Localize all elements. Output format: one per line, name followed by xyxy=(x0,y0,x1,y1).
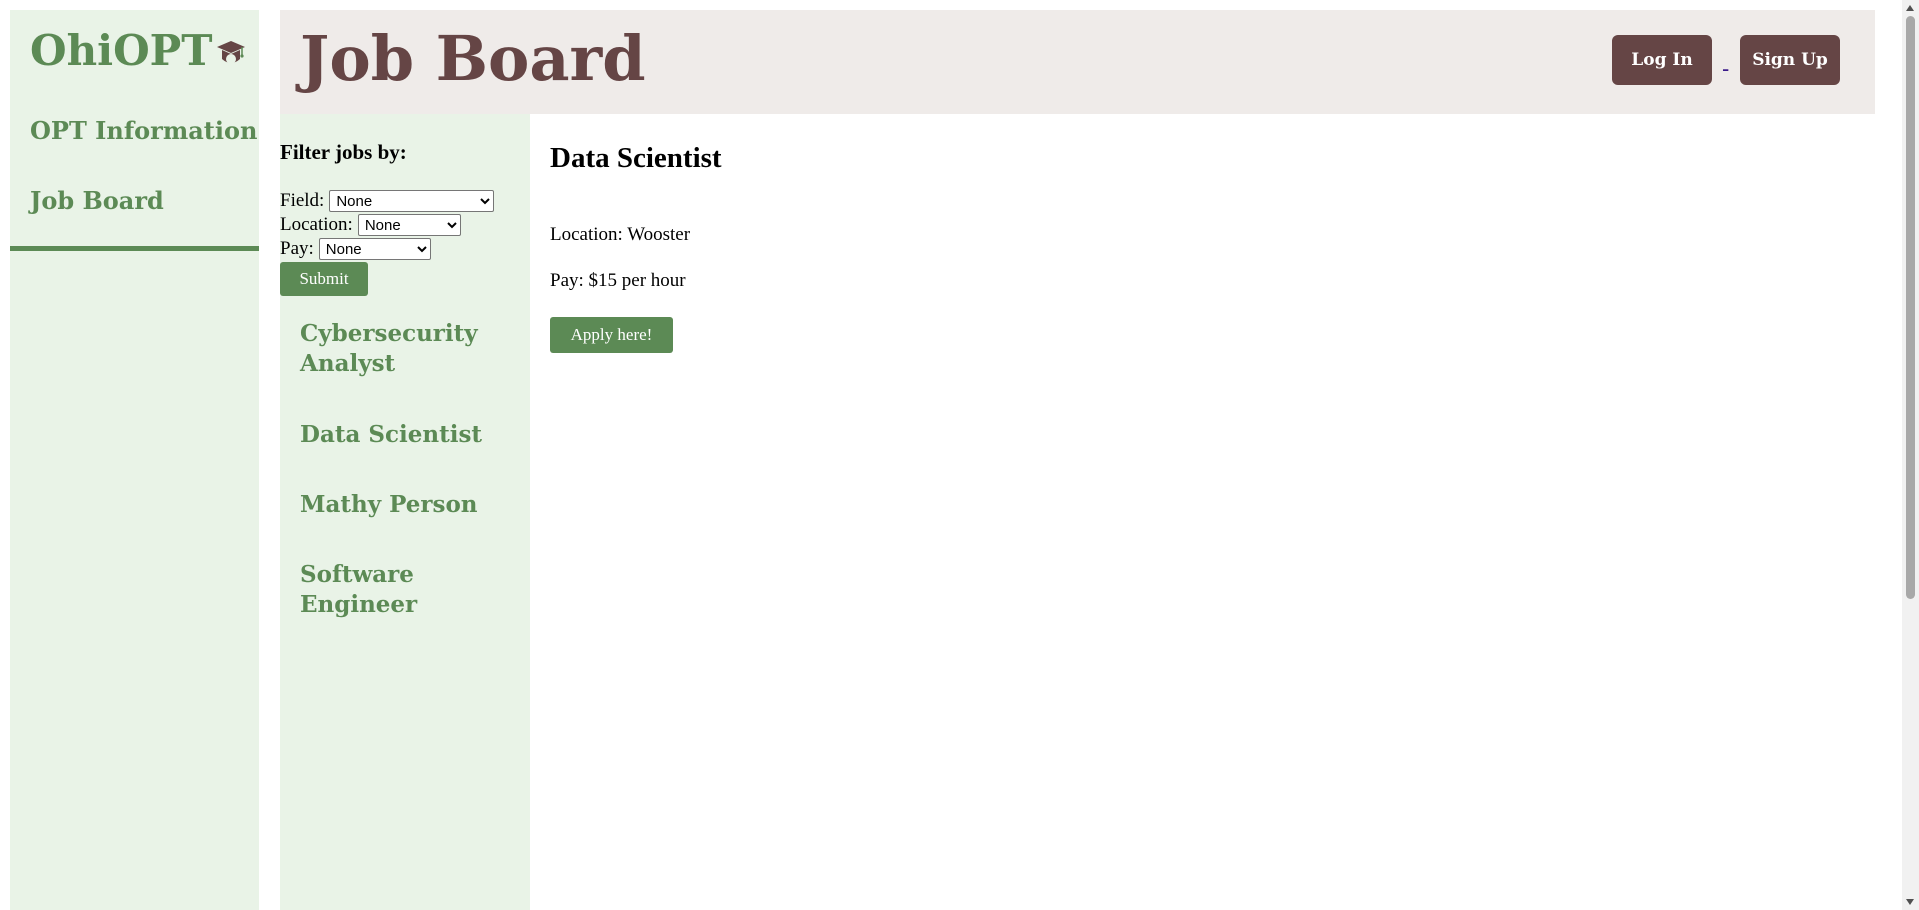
job-detail-location: Location: Wooster xyxy=(550,224,691,245)
location-filter-label: Location: xyxy=(280,214,353,235)
job-link-mathy-person[interactable]: Mathy Person xyxy=(300,490,510,520)
scroll-up-icon[interactable] xyxy=(1906,5,1914,11)
graduation-cap-icon xyxy=(216,40,245,64)
field-filter-label: Field: xyxy=(280,190,325,211)
page-scrollbar[interactable] xyxy=(1902,0,1919,910)
job-link-software-engineer[interactable]: Software Engineer xyxy=(300,560,510,620)
filter-heading: Filter jobs by: xyxy=(280,140,407,164)
sidebar: OhiOPT OPT Information Job Board xyxy=(10,10,259,910)
location-filter-row: Location: None xyxy=(280,214,461,236)
filter-submit-button[interactable]: Submit xyxy=(280,262,368,296)
job-filter-panel: Filter jobs by: Field: None Location: No… xyxy=(280,114,530,910)
sidebar-item-opt-information[interactable]: OPT Information xyxy=(30,116,257,145)
location-select[interactable]: None xyxy=(357,214,461,236)
login-button[interactable]: Log In xyxy=(1612,35,1712,85)
field-select[interactable]: None xyxy=(329,190,495,212)
pay-filter-label: Pay: xyxy=(280,238,314,259)
sidebar-item-job-board[interactable]: Job Board xyxy=(30,186,164,215)
scrollbar-thumb[interactable] xyxy=(1906,16,1915,599)
pay-select[interactable]: None xyxy=(318,238,431,260)
job-detail-title: Data Scientist xyxy=(550,142,722,174)
auth-separator: - xyxy=(1722,56,1730,81)
page-title: Job Board xyxy=(300,22,646,95)
sidebar-divider xyxy=(10,246,259,251)
job-link-cybersecurity-analyst[interactable]: Cybersecurity Analyst xyxy=(300,319,510,379)
field-filter-row: Field: None xyxy=(280,190,495,212)
page-header: Job Board Log In - Sign Up xyxy=(280,10,1875,114)
job-link-data-scientist[interactable]: Data Scientist xyxy=(300,420,510,450)
site-logo[interactable]: OhiOPT xyxy=(30,26,247,75)
scroll-down-icon[interactable] xyxy=(1906,899,1914,905)
logo-text: OhiOPT xyxy=(30,26,213,75)
apply-button[interactable]: Apply here! xyxy=(550,317,673,353)
job-detail-pay: Pay: $15 per hour xyxy=(550,270,686,291)
pay-filter-row: Pay: None xyxy=(280,238,431,260)
signup-button[interactable]: Sign Up xyxy=(1740,35,1840,85)
